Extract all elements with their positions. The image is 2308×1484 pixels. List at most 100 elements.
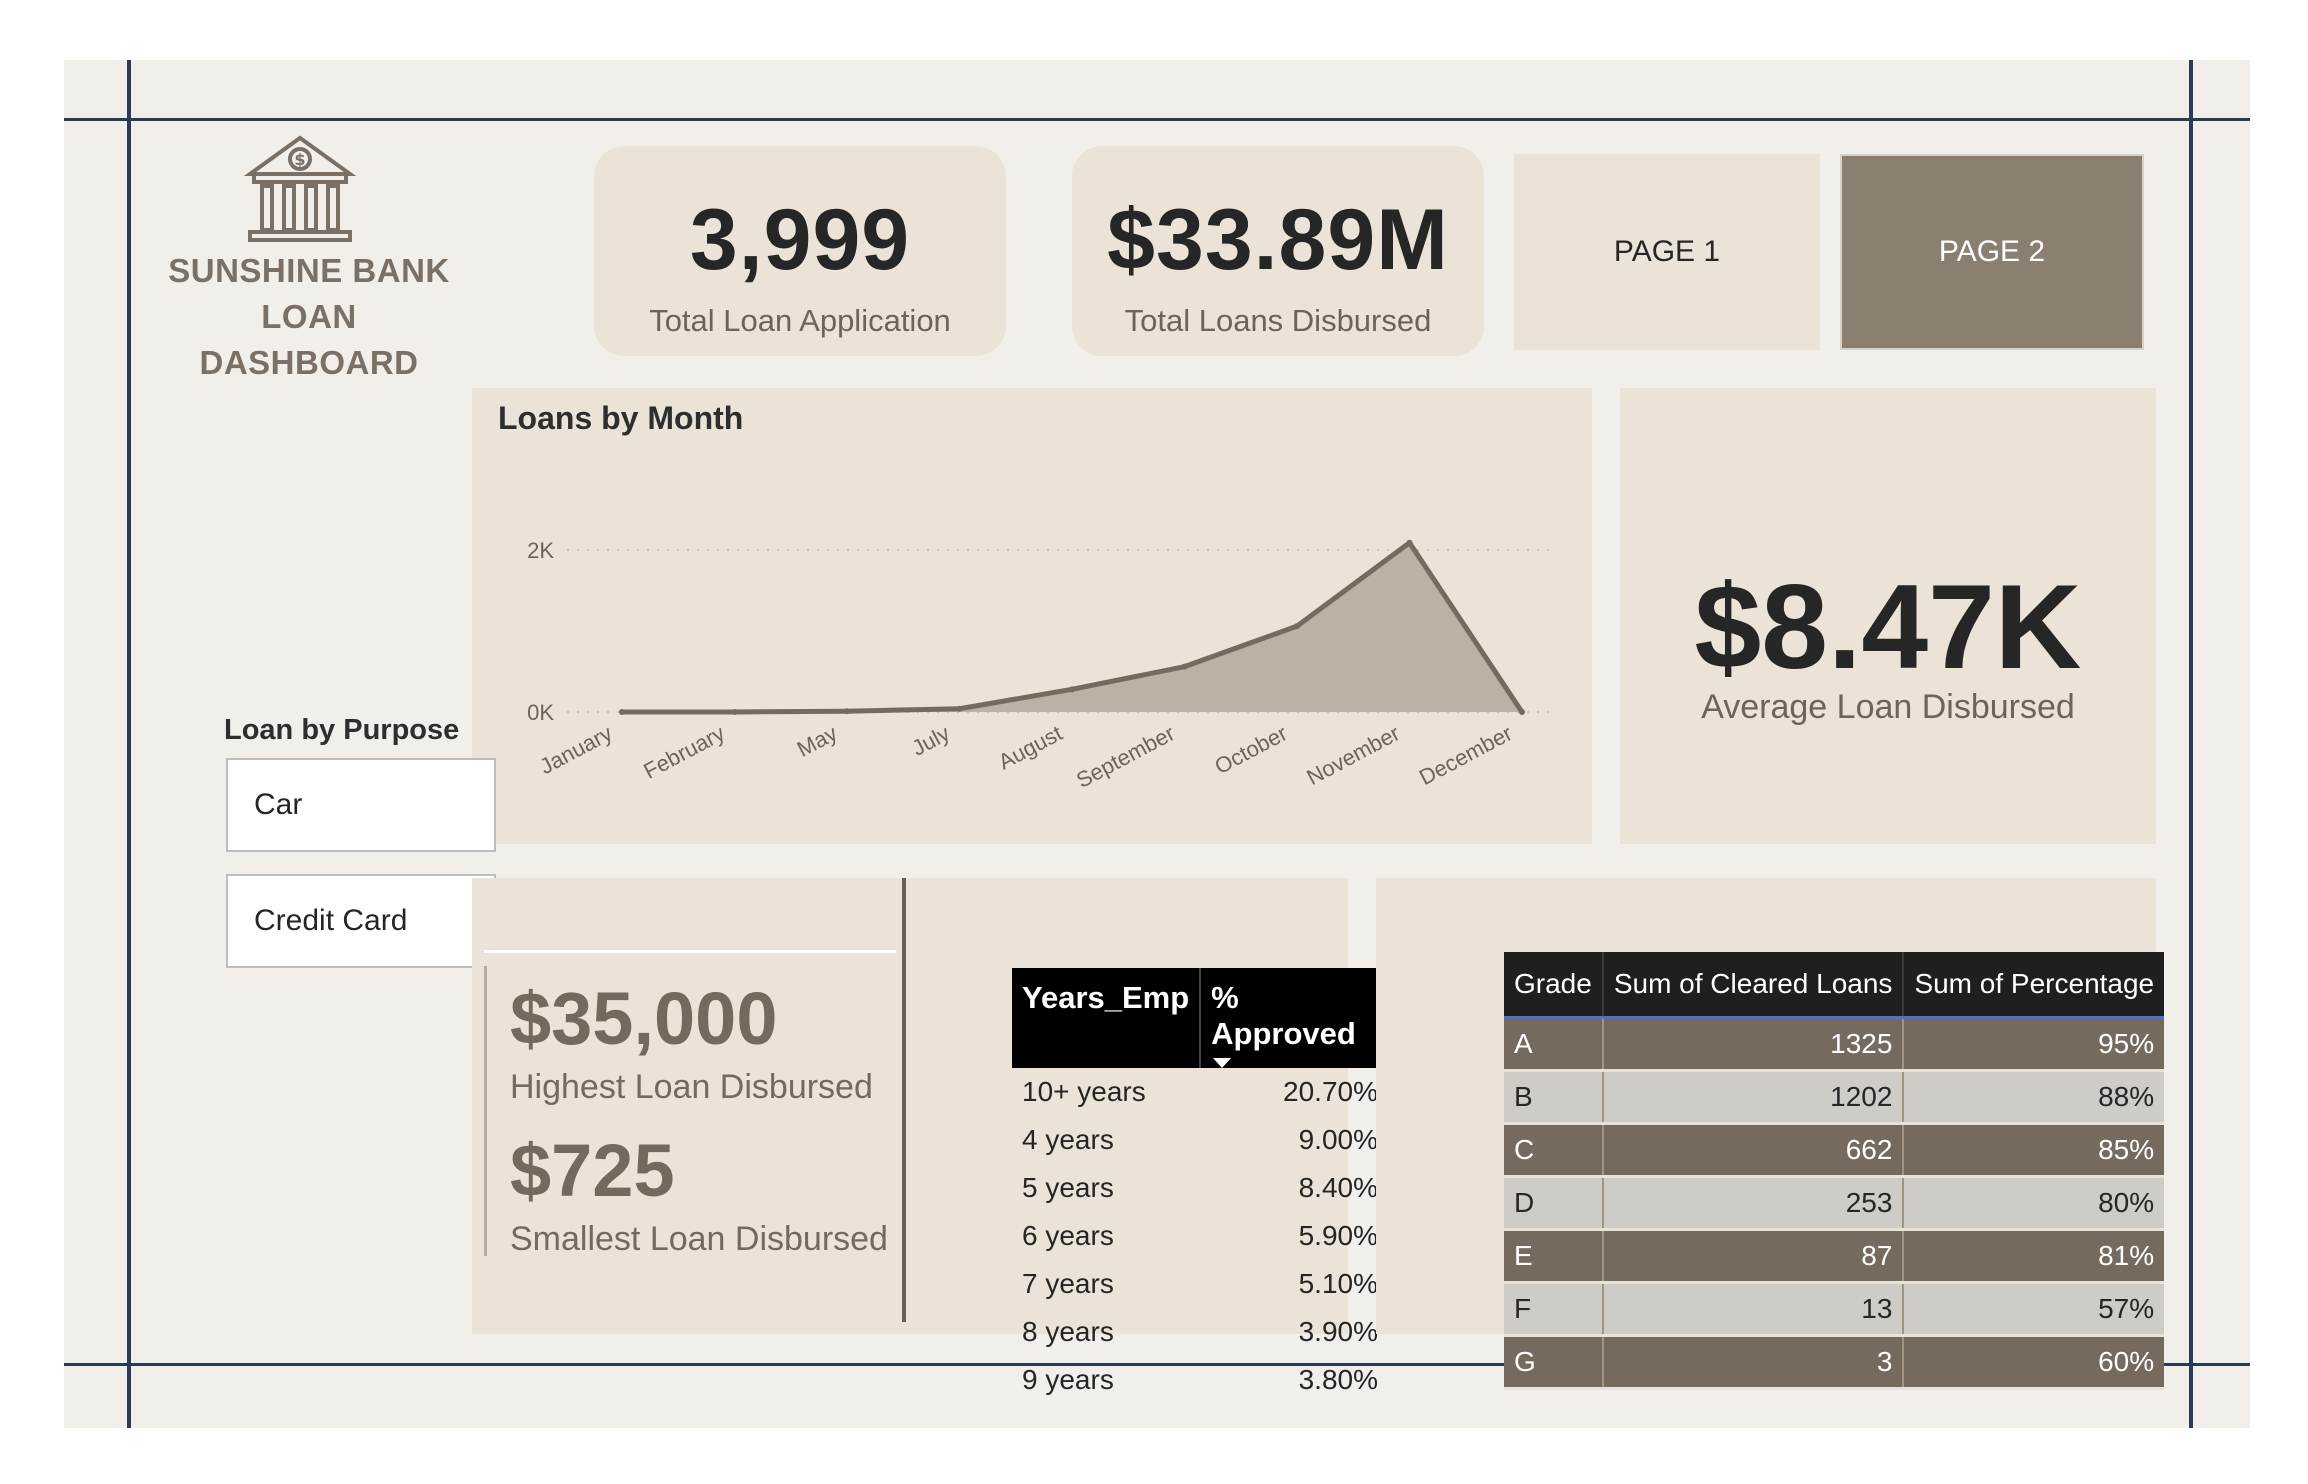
approved-cell: 8.40% — [1298, 1172, 1378, 1203]
total-disbursed-card: $33.89M Total Loans Disbursed — [1072, 146, 1484, 356]
x-tick-label: July — [908, 720, 954, 760]
dashboard-canvas: $ SUNSHINE BANK LOAN DASHBOARD 3,999 Tot… — [64, 60, 2250, 1428]
page-1-button[interactable]: PAGE 1 — [1514, 154, 1820, 350]
table-row[interactable]: 10+ years 20.70% — [1012, 1068, 1388, 1116]
cleared-loans-cell: 1325 — [1601, 1017, 1904, 1072]
grade-cell: B — [1504, 1070, 1603, 1125]
data-point[interactable] — [956, 705, 963, 712]
percentage-header[interactable]: Sum of Percentage — [1902, 952, 2165, 1019]
cleared-loans-cell: 253 — [1601, 1176, 1904, 1231]
approved-cell: 5.10% — [1298, 1268, 1378, 1299]
bank-building-icon: $ — [243, 135, 357, 242]
sort-descending-icon[interactable] — [1213, 1058, 1232, 1068]
grade-header[interactable]: Grade — [1504, 952, 1603, 1019]
table-row[interactable]: 7 years 5.10% — [1012, 1260, 1388, 1308]
svg-text:$: $ — [294, 150, 305, 169]
slicer-item-car[interactable]: Car — [226, 758, 496, 852]
x-tick-label: February — [639, 720, 728, 783]
loans-by-month-chart: 0K 2K January February May July August Septembe… — [527, 538, 1552, 793]
x-tick-label: November — [1303, 720, 1404, 790]
percentage-cell: 60% — [1902, 1335, 2165, 1390]
approved-cell: 5.90% — [1298, 1220, 1378, 1251]
loan-range-top-divider — [484, 950, 896, 953]
loan-range-left-divider — [484, 966, 487, 1256]
table-row[interactable]: 5 years 8.40% — [1012, 1164, 1388, 1212]
x-tick-label: December — [1415, 720, 1516, 790]
approved-cell: 3.90% — [1298, 1316, 1378, 1347]
highest-loan-label: Highest Loan Disbursed — [510, 1068, 873, 1106]
grade-cell: D — [1504, 1176, 1603, 1231]
x-tick-label: September — [1072, 720, 1179, 793]
data-point[interactable] — [1519, 709, 1525, 715]
average-disbursed-value: $8.47K — [1694, 560, 2082, 694]
smallest-loan-label: Smallest Loan Disbursed — [510, 1220, 888, 1258]
average-disbursed-label: Average Loan Disbursed — [1701, 688, 2075, 726]
slicer-item-credit-card[interactable]: Credit Card — [226, 874, 496, 968]
table-row[interactable]: E 87 81% — [1504, 1229, 2165, 1284]
table-row[interactable]: C 662 85% — [1504, 1123, 2165, 1178]
total-applications-value: 3,999 — [689, 192, 911, 288]
total-disbursed-value: $33.89M — [1107, 192, 1449, 288]
approved-header[interactable]: % Approved — [1199, 968, 1388, 1068]
data-point[interactable] — [1406, 539, 1413, 546]
years-emp-cell: 6 years — [1022, 1220, 1114, 1251]
data-point[interactable] — [1181, 663, 1188, 670]
years-emp-cell: 5 years — [1022, 1172, 1114, 1203]
data-point[interactable] — [1294, 623, 1300, 630]
percentage-cell: 81% — [1902, 1229, 2165, 1284]
title-line-1: SUNSHINE BANK — [168, 252, 450, 289]
years-emp-header[interactable]: Years_Emp — [1012, 968, 1201, 1068]
cleared-loans-cell: 662 — [1601, 1123, 1904, 1178]
y-tick-label: 0K — [527, 700, 554, 725]
years-emp-cell: 9 years — [1022, 1364, 1114, 1395]
years-employed-table: Years_Emp % Approved 10+ years 20.70% 4 ye… — [1012, 968, 1388, 1404]
percentage-cell: 85% — [1902, 1123, 2165, 1178]
percentage-cell: 80% — [1902, 1176, 2165, 1231]
years-emp-cell: 4 years — [1022, 1124, 1114, 1155]
y-tick-label: 2K — [527, 538, 554, 563]
percentage-cell: 57% — [1902, 1282, 2165, 1337]
grade-cell: G — [1504, 1335, 1603, 1390]
approved-cell: 20.70% — [1283, 1076, 1378, 1107]
table-row[interactable]: G 3 60% — [1504, 1335, 2165, 1390]
slicer-title: Loan by Purpose — [224, 714, 460, 746]
table-row[interactable]: A 1325 95% — [1504, 1017, 2165, 1072]
dashboard-title: SUNSHINE BANK LOAN DASHBOARD — [154, 248, 464, 386]
percentage-cell: 88% — [1902, 1070, 2165, 1125]
data-point[interactable] — [731, 709, 738, 715]
table-row[interactable]: 9 years 3.80% — [1012, 1356, 1388, 1404]
table-row[interactable]: 8 years 3.90% — [1012, 1308, 1388, 1356]
table-row[interactable]: B 1202 88% — [1504, 1070, 2165, 1125]
table-row[interactable]: 4 years 9.00% — [1012, 1116, 1388, 1164]
page-2-button[interactable]: PAGE 2 — [1840, 154, 2144, 350]
average-disbursed-card: $8.47K Average Loan Disbursed — [1620, 388, 2156, 844]
x-tick-label: January — [535, 720, 616, 779]
grade-cell: E — [1504, 1229, 1603, 1284]
loan-range-right-divider — [902, 878, 906, 1322]
grade-cell: C — [1504, 1123, 1603, 1178]
data-point[interactable] — [619, 709, 625, 715]
data-point[interactable] — [844, 708, 850, 715]
total-applications-label: Total Loan Application — [649, 303, 951, 338]
table-row[interactable]: 6 years 5.90% — [1012, 1212, 1388, 1260]
years-emp-cell: 10+ years — [1022, 1076, 1146, 1107]
total-applications-card: 3,999 Total Loan Application — [594, 146, 1006, 356]
frame-line-right — [2189, 60, 2193, 1428]
cleared-loans-cell: 3 — [1601, 1335, 1904, 1390]
years-emp-cell: 7 years — [1022, 1268, 1114, 1299]
frame-line-top — [64, 118, 2250, 121]
cleared-loans-header[interactable]: Sum of Cleared Loans — [1601, 952, 1904, 1019]
grade-cell: A — [1504, 1017, 1603, 1072]
title-line-2: LOAN — [261, 298, 357, 335]
data-point[interactable] — [1069, 686, 1075, 693]
table-row[interactable]: F 13 57% — [1504, 1282, 2165, 1337]
x-tick-label: August — [994, 720, 1066, 774]
cleared-loans-cell: 13 — [1601, 1282, 1904, 1337]
approved-cell: 9.00% — [1298, 1124, 1378, 1155]
x-tick-label: May — [793, 720, 841, 762]
total-disbursed-label: Total Loans Disbursed — [1124, 303, 1432, 338]
grade-cell: F — [1504, 1282, 1603, 1337]
table-row[interactable]: D 253 80% — [1504, 1176, 2165, 1231]
years-emp-cell: 8 years — [1022, 1316, 1114, 1347]
frame-line-left — [127, 60, 131, 1428]
